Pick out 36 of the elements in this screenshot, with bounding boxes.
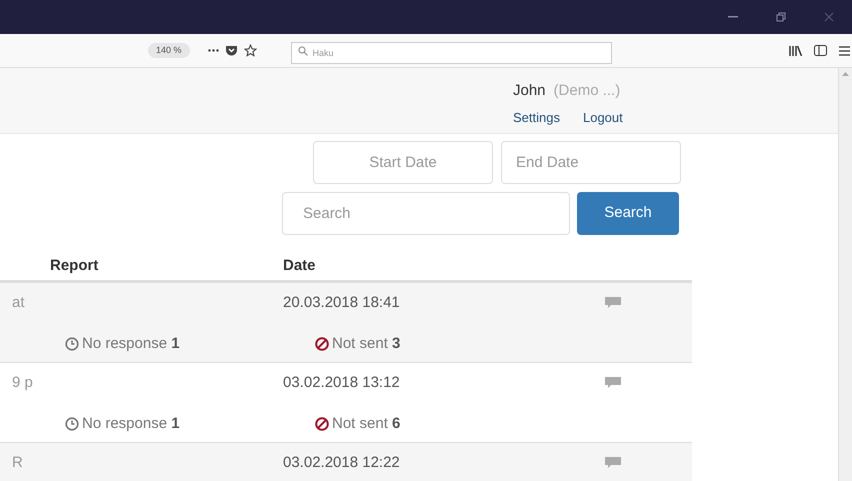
page-actions-icon[interactable] [208,49,219,52]
status-text: Not sent 3 [332,334,400,354]
report-cell-text: 9 p [11,372,34,393]
report-cell-text: at [11,292,26,313]
menu-icon[interactable] [839,46,850,56]
end-date-field[interactable]: End Date [501,141,681,184]
prohibited-icon [315,337,329,351]
clock-icon [65,417,79,431]
close-icon[interactable] [824,12,834,22]
header-link[interactable]: Logout [582,108,623,127]
status-text: Not sent 6 [332,414,400,434]
status-text: No response 1 [82,414,180,434]
prohibited-icon [315,417,329,431]
column-header: Report [50,256,100,276]
sidebar-icon[interactable] [814,45,827,56]
search-button[interactable]: Search [577,192,679,235]
browser-search-field[interactable]: Haku [290,42,612,64]
report-cell-text: R [11,452,24,473]
search-icon [298,46,308,56]
date-cell-text: 20.03.2018 18:41 [283,292,401,313]
minimize-icon[interactable] [728,16,738,18]
search-field[interactable]: Search [282,192,570,235]
user-name: John [513,81,546,101]
clock-icon [65,337,79,351]
start-date-field[interactable]: Start Date [313,141,493,184]
library-icon[interactable] [789,45,802,56]
pocket-icon[interactable] [224,44,238,56]
zoom-level-badge[interactable]: 140 % [148,42,190,58]
column-header: Date [283,256,316,276]
date-cell-text: 03.02.2018 13:12 [283,372,401,393]
status-text: No response 1 [82,334,180,354]
date-cell-text: 03.02.2018 12:22 [283,452,401,473]
restore-icon[interactable] [776,12,786,22]
organization-name: (Demo ...) [554,81,620,101]
header-link[interactable]: Settings [513,108,560,127]
star-icon[interactable] [244,44,257,57]
